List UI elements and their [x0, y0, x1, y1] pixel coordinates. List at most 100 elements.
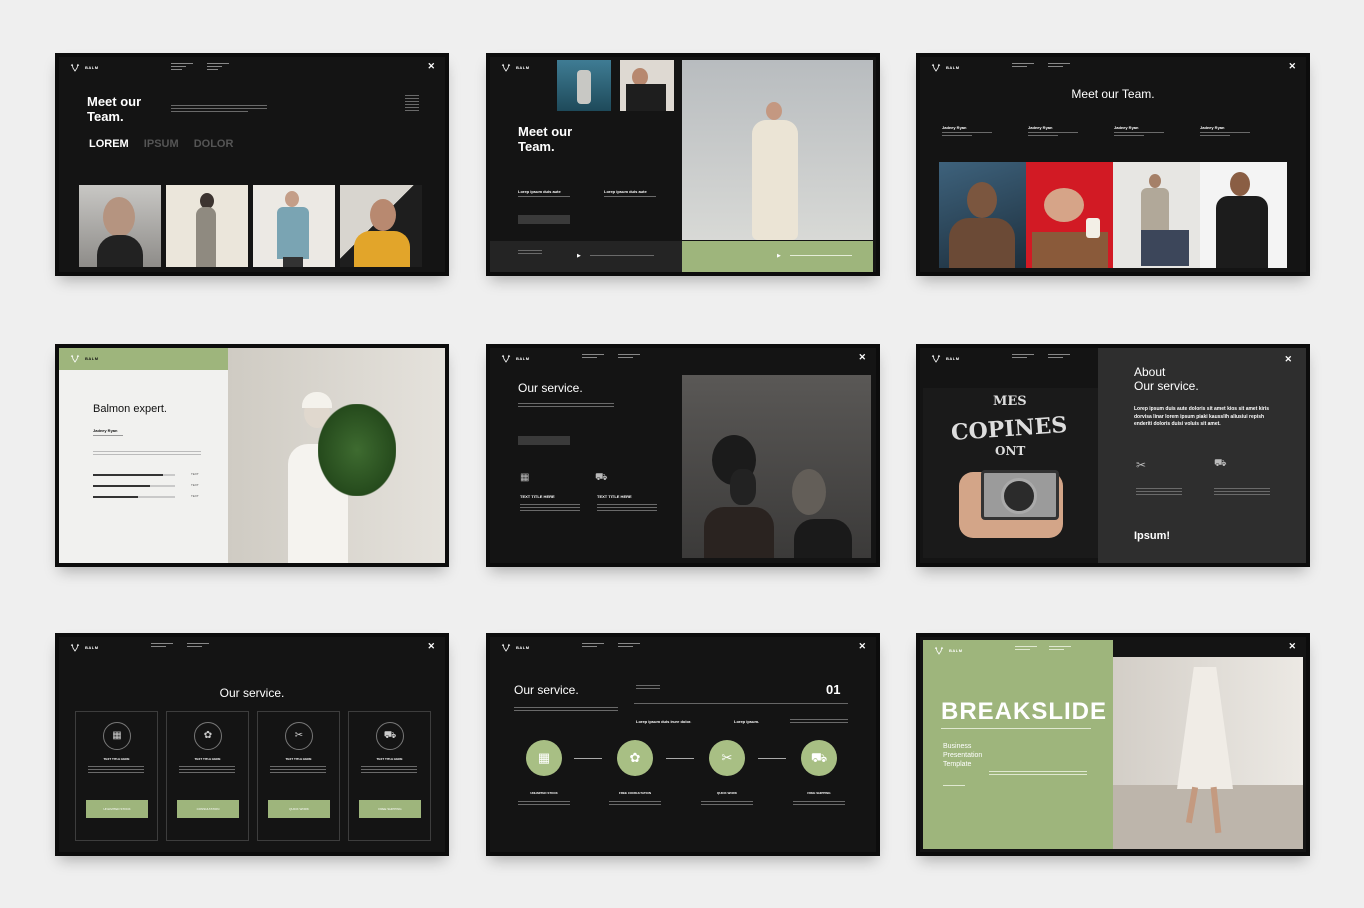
- truck-icon: ⛟: [1214, 458, 1227, 469]
- antler-logo-icon: [501, 643, 511, 652]
- text-button[interactable]: [518, 215, 570, 224]
- slide-title: Our service.: [514, 683, 579, 697]
- antler-logo-icon: [70, 354, 80, 363]
- shipping-icon: ⛟: [376, 722, 404, 750]
- brand-name: BALM: [946, 356, 960, 361]
- breakslide-panel: BALM BREAKSLIDE Business Presentation Temp…: [923, 640, 1113, 849]
- photo-hand: [557, 60, 611, 111]
- card-button-3[interactable]: QUICK WORK: [268, 800, 330, 818]
- slide-header: BALM: [59, 348, 228, 370]
- slide-meet-team-2[interactable]: BALM Meet our Team. Lorep ipsum duis aute…: [486, 53, 880, 276]
- tab-dolor[interactable]: DOLOR: [194, 138, 234, 150]
- building-icon: ▦: [537, 750, 551, 765]
- brand-name: BALM: [516, 65, 530, 70]
- step-label-4: FREE SHIPPING: [807, 791, 831, 795]
- card-button-4[interactable]: FREE SHIPPING: [359, 800, 421, 818]
- expert-name: Jadeey Ryan: [93, 428, 118, 433]
- skill-bar-row: TEXT: [93, 492, 213, 503]
- brand-name: BALM: [946, 65, 960, 70]
- team-photo-1: [79, 185, 161, 267]
- step-label-1: UNLIMITED STOCK: [530, 791, 558, 795]
- photo-face-masks: [682, 375, 871, 558]
- service-card-2: ✿ TEXT TITLE HERE CONSULTATION: [166, 711, 249, 841]
- slide-title: About Our service.: [1134, 365, 1199, 393]
- skill-bar-row: TEXT: [93, 481, 213, 492]
- shipping-icon: ⛟: [810, 750, 828, 765]
- close-icon[interactable]: ✕: [1288, 641, 1296, 651]
- slide-about-service[interactable]: BALM MES COPINES ONT ✕ About Our service.…: [916, 344, 1310, 567]
- building-icon: ▦: [520, 472, 530, 483]
- slide-our-service-1[interactable]: BALM ✕ Our service. ▦ ⛟ TEXT TITLE HERE …: [486, 344, 880, 567]
- slide-header: BALM ✕: [59, 637, 445, 657]
- slide-balmon-expert[interactable]: BALM Balmon expert. Jadeey Ryan TEXT TEXT…: [55, 344, 449, 567]
- slide-title: Meet our Team.: [1071, 87, 1155, 101]
- body-text: [171, 105, 267, 114]
- brand-name: BALM: [516, 645, 530, 650]
- skill-bar-track: [93, 474, 175, 476]
- antler-logo-icon: [70, 643, 80, 652]
- tab-row: LOREM IPSUM DOLOR: [89, 138, 233, 150]
- about-panel: ✕ About Our service. Lorep ipsum duis aut…: [1098, 348, 1306, 563]
- service-cards: ▦ TEXT TITLE HERE UNLIMITED STOCK ✿ TEXT…: [75, 711, 431, 841]
- breakslide-subtitle: Business Presentation Template: [943, 743, 983, 768]
- slide-meet-team-3[interactable]: BALM ✕ Meet our Team. Jadeey Ryan Jadeey…: [916, 53, 1310, 276]
- breakslide-title: BREAKSLIDE: [941, 698, 1108, 725]
- team-photo-2: [166, 185, 248, 267]
- slide-our-service-cards[interactable]: BALM ✕ Our service. ▦ TEXT TITLE HERE UN…: [55, 633, 449, 856]
- step-label-3: QUICK WORK: [717, 791, 737, 795]
- green-footer: ▶: [682, 241, 873, 272]
- close-icon[interactable]: ✕: [1284, 354, 1292, 364]
- text-button[interactable]: [518, 436, 570, 445]
- slide-header: BALM ✕: [59, 57, 445, 77]
- photo-woman-leaves: [228, 348, 445, 563]
- photo-woman-dark: [620, 60, 674, 111]
- close-icon[interactable]: ✕: [858, 641, 866, 651]
- step-number: 01: [826, 682, 841, 697]
- slide-header: BALM ✕: [490, 348, 876, 368]
- card-button-1[interactable]: UNLIMITED STOCK: [86, 800, 148, 818]
- card-button-2[interactable]: CONSULTATION: [177, 800, 239, 818]
- tools-icon: ✂: [285, 722, 313, 750]
- close-icon[interactable]: ✕: [427, 61, 435, 71]
- antler-logo-icon: [501, 63, 511, 72]
- brand-name: BALM: [85, 356, 99, 361]
- close-icon[interactable]: ✕: [858, 352, 866, 362]
- slide-breakslide[interactable]: BALM BREAKSLIDE Business Presentation Temp…: [916, 633, 1310, 856]
- step-circle-2: ✿: [617, 740, 653, 776]
- footer-bar: ▶: [490, 241, 682, 272]
- skill-bar-label: TEXT: [191, 472, 199, 476]
- slide-meet-team-1[interactable]: BALM ✕ Meet our Team. LOREM IPSUM DOLOR: [55, 53, 449, 276]
- close-icon[interactable]: ✕: [427, 641, 435, 651]
- building-icon: ▦: [103, 722, 131, 750]
- brand-name: BALM: [85, 645, 99, 650]
- step-circle-4: ⛟: [801, 740, 837, 776]
- slide-title: Our service.: [219, 686, 285, 700]
- team-photo-3: [1113, 162, 1200, 268]
- skill-bar-fill: [93, 496, 139, 498]
- tab-ipsum[interactable]: IPSUM: [144, 138, 179, 150]
- skill-bar-label: TEXT: [191, 483, 199, 487]
- service-item-2: TEXT TITLE HERE: [597, 494, 632, 499]
- subheading-1: Lorep ipsum duis irure dolor.: [636, 719, 692, 724]
- arrow-connector: [758, 758, 786, 759]
- arrow-connector: [666, 758, 694, 759]
- truck-icon: ⛟: [595, 472, 608, 483]
- column-heading-2: Lorep ipsum duis aute: [604, 189, 647, 194]
- antler-logo-icon: [934, 646, 944, 655]
- footer-word: Ipsum!: [1134, 530, 1171, 542]
- team-names: Jadeey Ryan Jadeey Ryan Jadeey Ryan Jade…: [942, 125, 1282, 138]
- slide-our-service-steps[interactable]: BALM ✕ Our service. 01 Lorep ipsum duis …: [486, 633, 880, 856]
- scissors-icon: ✂: [1136, 458, 1147, 472]
- shirt-text-1: MES: [993, 394, 1027, 409]
- consult-icon: ✿: [194, 722, 222, 750]
- arrow-connector: [574, 758, 602, 759]
- close-icon[interactable]: ✕: [1288, 61, 1296, 71]
- photo-camera-shirt: MES COPINES ONT: [923, 388, 1098, 558]
- antler-logo-icon: [70, 63, 80, 72]
- skill-bar-fill: [93, 485, 151, 487]
- slide-title: Meet our Team.: [518, 124, 573, 154]
- brand-name: BALM: [949, 648, 963, 653]
- photo-dress-walking: [1113, 657, 1303, 849]
- service-item-1: TEXT TITLE HERE: [520, 494, 555, 499]
- tab-lorem[interactable]: LOREM: [89, 138, 129, 150]
